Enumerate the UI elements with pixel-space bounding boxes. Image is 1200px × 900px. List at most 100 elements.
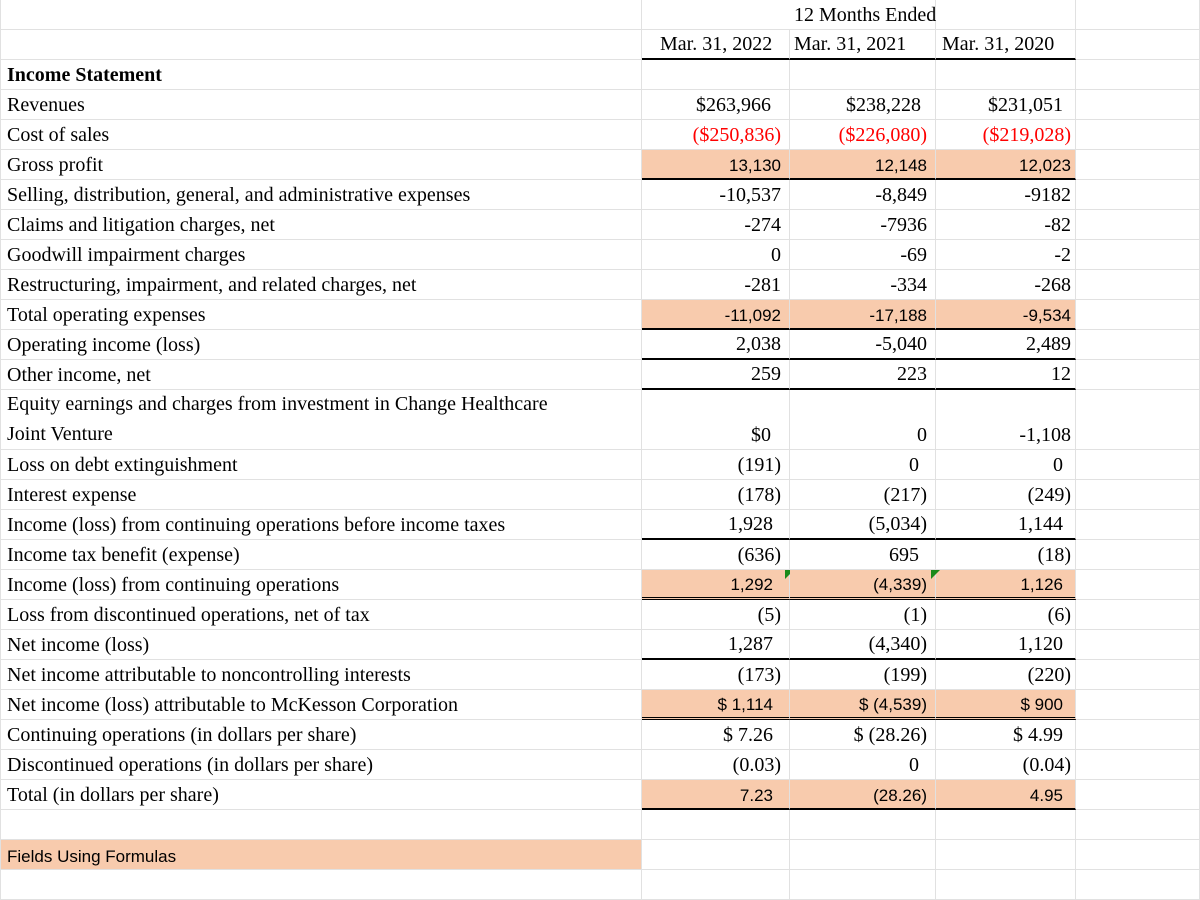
value-2020[interactable]: -9182 xyxy=(936,180,1076,210)
cell[interactable] xyxy=(1076,330,1200,360)
cell[interactable] xyxy=(642,870,790,900)
value-2022[interactable]: ($250,836) xyxy=(642,120,790,150)
value-2020[interactable]: -268 xyxy=(936,270,1076,300)
value-2022[interactable]: (173) xyxy=(642,660,790,690)
cell[interactable] xyxy=(1076,150,1200,180)
value-2021[interactable]: (1) xyxy=(790,600,936,630)
row-label[interactable]: Net income (loss) attributable to McKess… xyxy=(0,690,642,720)
cell[interactable] xyxy=(0,810,642,840)
cell[interactable] xyxy=(1076,90,1200,120)
value-2021[interactable]: 695 xyxy=(790,540,936,570)
value-2022[interactable]: (191) xyxy=(642,450,790,480)
value-2021[interactable]: 0 xyxy=(790,390,936,450)
row-label[interactable]: Net income (loss) xyxy=(0,630,642,660)
value-2021[interactable]: -69 xyxy=(790,240,936,270)
value-2020[interactable]: 1,120 xyxy=(936,630,1076,660)
cell[interactable] xyxy=(1076,480,1200,510)
value-2022[interactable]: -11,092 xyxy=(642,300,790,330)
cell[interactable] xyxy=(0,870,642,900)
value-2021[interactable]: -17,188 xyxy=(790,300,936,330)
cell[interactable] xyxy=(1076,660,1200,690)
cell[interactable] xyxy=(1076,840,1200,870)
value-2020[interactable]: (249) xyxy=(936,480,1076,510)
row-label[interactable]: Revenues xyxy=(0,90,642,120)
row-label[interactable]: Loss from discontinued operations, net o… xyxy=(0,600,642,630)
value-2021[interactable]: (199) xyxy=(790,660,936,690)
value-2021[interactable]: (4,340) xyxy=(790,630,936,660)
value-2022[interactable]: (0.03) xyxy=(642,750,790,780)
value-2020[interactable]: (220) xyxy=(936,660,1076,690)
value-2020[interactable]: 1,126 xyxy=(936,570,1076,600)
value-2022[interactable]: $ 1,114 xyxy=(642,690,790,720)
value-2022[interactable]: (636) xyxy=(642,540,790,570)
value-2020[interactable]: (6) xyxy=(936,600,1076,630)
value-2021[interactable]: -334 xyxy=(790,270,936,300)
row-label[interactable]: Equity earnings and charges from investm… xyxy=(0,390,642,450)
value-2022[interactable]: 1,292 xyxy=(642,570,794,600)
row-label[interactable]: Loss on debt extinguishment xyxy=(0,450,642,480)
value-2020[interactable]: (0.04) xyxy=(936,750,1076,780)
error-indicator-icon[interactable] xyxy=(931,570,940,579)
column-header-2020[interactable]: Mar. 31, 2020 xyxy=(936,30,1076,60)
value-2021[interactable]: -5,040 xyxy=(790,330,936,360)
column-header-2022[interactable]: Mar. 31, 2022 xyxy=(642,30,790,60)
value-2021[interactable]: $ (28.26) xyxy=(790,720,936,750)
value-2021[interactable]: (217) xyxy=(790,480,936,510)
row-label[interactable]: Selling, distribution, general, and admi… xyxy=(0,180,642,210)
row-label[interactable]: Continuing operations (in dollars per sh… xyxy=(0,720,642,750)
value-2021[interactable]: -7936 xyxy=(790,210,936,240)
cell[interactable] xyxy=(642,0,790,30)
value-2022[interactable]: 1,287 xyxy=(642,630,790,660)
cell[interactable] xyxy=(1076,780,1200,810)
cell[interactable] xyxy=(1076,210,1200,240)
value-2020[interactable]: -9,534 xyxy=(936,300,1076,330)
cell[interactable] xyxy=(1076,720,1200,750)
row-label[interactable]: Cost of sales xyxy=(0,120,642,150)
value-2020[interactable]: ($219,028) xyxy=(936,120,1076,150)
row-label[interactable]: Claims and litigation charges, net xyxy=(0,210,642,240)
period-label[interactable]: 12 Months Ended xyxy=(790,0,936,30)
value-2021[interactable]: ($226,080) xyxy=(790,120,936,150)
row-label[interactable]: Interest expense xyxy=(0,480,642,510)
value-2021[interactable]: -8,849 xyxy=(790,180,936,210)
row-label[interactable]: Other income, net xyxy=(0,360,642,390)
value-2022[interactable]: 2,038 xyxy=(642,330,790,360)
cell[interactable] xyxy=(790,60,936,90)
value-2020[interactable]: $ 900 xyxy=(936,690,1076,720)
cell[interactable] xyxy=(1076,270,1200,300)
cell[interactable] xyxy=(790,840,936,870)
cell[interactable] xyxy=(0,0,642,30)
cell[interactable] xyxy=(642,810,790,840)
value-2020[interactable]: 12,023 xyxy=(936,150,1076,180)
cell[interactable] xyxy=(936,60,1076,90)
value-2020[interactable]: 1,144 xyxy=(936,510,1076,540)
row-label[interactable]: Total (in dollars per share) xyxy=(0,780,642,810)
value-2021[interactable]: 0 xyxy=(790,450,936,480)
cell[interactable] xyxy=(1076,510,1200,540)
value-2021[interactable]: 223 xyxy=(790,360,936,390)
value-2020[interactable]: 12 xyxy=(936,360,1076,390)
legend-formula-fields[interactable]: Fields Using Formulas xyxy=(0,840,642,870)
row-label[interactable]: Goodwill impairment charges xyxy=(0,240,642,270)
cell[interactable] xyxy=(1076,570,1200,600)
value-2022[interactable]: 13,130 xyxy=(642,150,790,180)
cell[interactable] xyxy=(936,840,1076,870)
cell[interactable] xyxy=(1076,870,1200,900)
row-label[interactable]: Total operating expenses xyxy=(0,300,642,330)
column-header-2021[interactable]: Mar. 31, 2021 xyxy=(790,30,936,60)
cell[interactable] xyxy=(1076,810,1200,840)
cell[interactable] xyxy=(1076,630,1200,660)
cell[interactable] xyxy=(790,810,936,840)
value-2022[interactable]: 1,928 xyxy=(642,510,790,540)
value-2022[interactable]: 0 xyxy=(642,240,790,270)
cell[interactable] xyxy=(1076,0,1200,30)
cell[interactable] xyxy=(790,870,936,900)
cell[interactable] xyxy=(1076,390,1200,450)
value-2020[interactable]: 0 xyxy=(936,450,1076,480)
value-2020[interactable]: -2 xyxy=(936,240,1076,270)
value-2022[interactable]: (5) xyxy=(642,600,790,630)
cell[interactable] xyxy=(1076,180,1200,210)
cell[interactable] xyxy=(1076,600,1200,630)
value-2020[interactable]: $231,051 xyxy=(936,90,1076,120)
row-label[interactable]: Discontinued operations (in dollars per … xyxy=(0,750,642,780)
